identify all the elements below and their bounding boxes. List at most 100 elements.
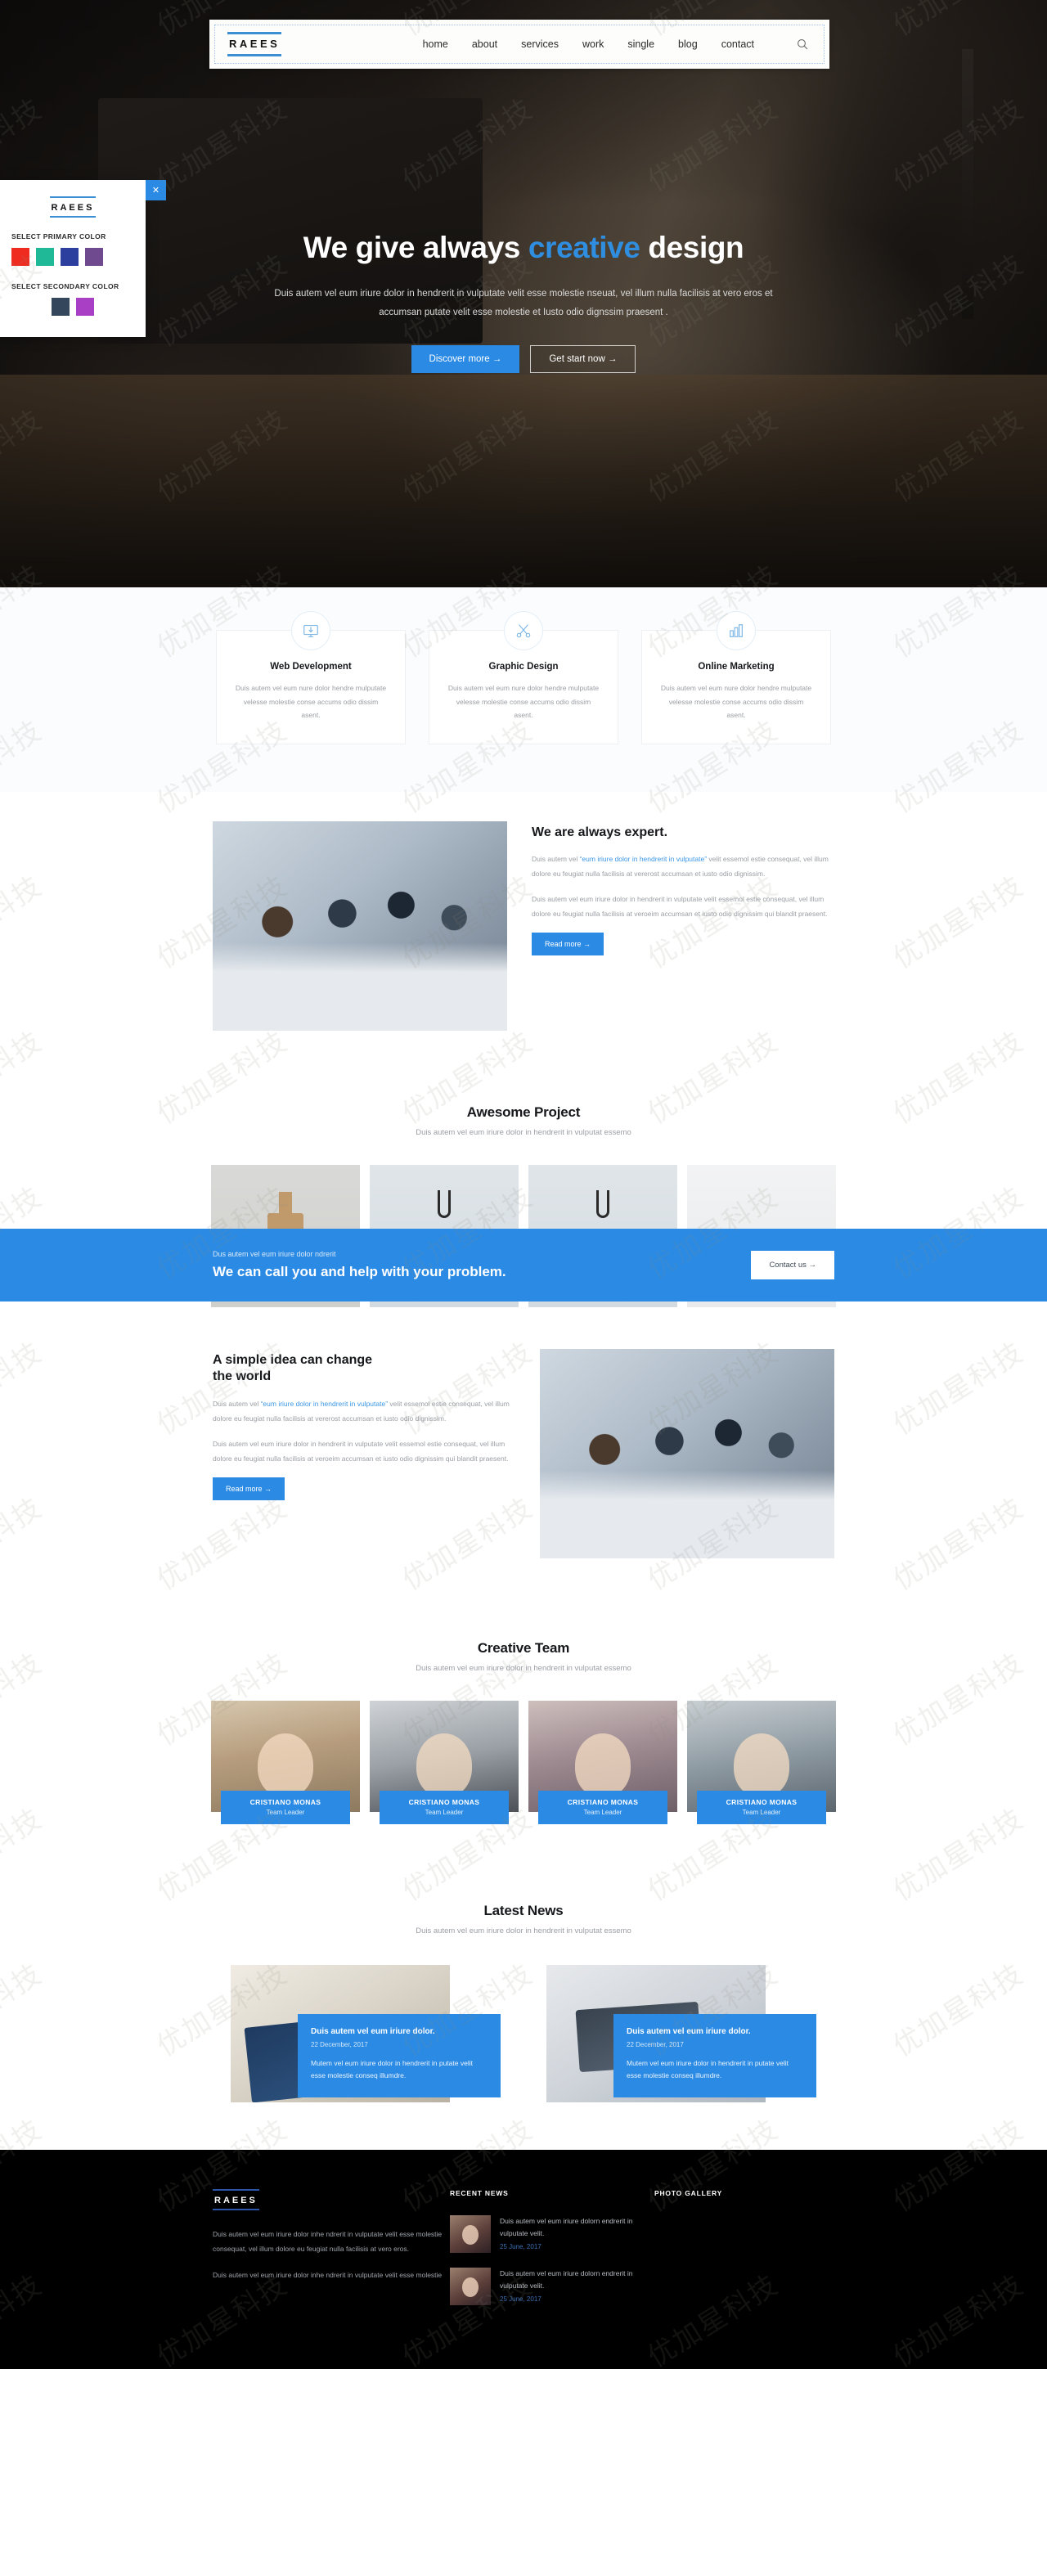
close-icon[interactable]: ✕ (146, 180, 166, 200)
team-member-label: CRISTIANO MONAS Team Leader (538, 1790, 667, 1824)
nav-item-about[interactable]: about (472, 38, 497, 50)
color-panel-logo: RAEES (49, 196, 97, 218)
news-row: Duis autem vel eum iriure dolor. 22 Dece… (0, 1964, 1047, 2102)
team-member-card[interactable]: CRISTIANO MONAS Team Leader (528, 1700, 677, 1824)
expert-section: We are always expert. Duis autem vel “eu… (0, 791, 1047, 1072)
hook-icon (596, 1190, 609, 1218)
footer-recent-news-column: RECENT NEWS Duis autem vel eum iriure do… (450, 2189, 654, 2320)
footer-news-item[interactable]: Duis autem vel eum iriure dolorn endreri… (450, 2267, 654, 2305)
footer-photo-gallery-heading: PHOTO GALLERY (654, 2188, 723, 2197)
news-card[interactable]: Duis autem vel eum iriure dolor. 22 Dece… (231, 1964, 501, 2102)
project-title: Awesome Project (466, 1104, 581, 1120)
secondary-color-swatches (11, 298, 134, 316)
news-body: Duis autem vel eum iriure dolor. 22 Dece… (298, 2013, 501, 2098)
expert-title: We are always expert. (532, 825, 668, 839)
services-row: Web Development Duis autem vel eum nure … (0, 611, 1047, 744)
team-member-label: CRISTIANO MONAS Team Leader (221, 1790, 350, 1824)
nav-item-home[interactable]: home (423, 38, 448, 50)
hero-section: RAEES home about services work single bl… (0, 0, 1047, 587)
team-member-card[interactable]: CRISTIANO MONAS Team Leader (211, 1700, 360, 1824)
site-footer: RAEES Duis autem vel eum iriure dolor in… (0, 2149, 1047, 2369)
nav-item-blog[interactable]: blog (678, 38, 698, 50)
nav-item-single[interactable]: single (627, 38, 654, 50)
service-card-graphic-design[interactable]: Graphic Design Duis autem vel eum nure d… (429, 611, 618, 744)
expert-team-photo (213, 820, 507, 1031)
news-card[interactable]: Duis autem vel eum iriure dolor. 22 Dece… (546, 1964, 816, 2102)
get-start-now-button[interactable]: Get start now → (530, 345, 636, 373)
team-member-role: Team Leader (742, 1808, 781, 1816)
idea-paragraph-2: Duis autem vel eum iriure dolor in hendr… (213, 1439, 509, 1463)
scissors-icon (504, 611, 543, 650)
team-member-card[interactable]: CRISTIANO MONAS Team Leader (687, 1700, 836, 1824)
footer-logo-text: RAEES (214, 2195, 258, 2205)
bar-chart-icon (717, 611, 756, 650)
footer-logo[interactable]: RAEES (213, 2188, 259, 2210)
service-card-online-marketing[interactable]: Online Marketing Duis autem vel eum nure… (641, 611, 831, 744)
monitor-download-icon (291, 611, 330, 650)
primary-color-swatches (11, 248, 134, 266)
news-section: Latest News Duis autem vel eum iriure do… (0, 1869, 1047, 2150)
team-row: CRISTIANO MONAS Team Leader CRISTIANO MO… (0, 1700, 1047, 1824)
cta-inner: Dus autem vel eum iriure dolor ndrerit W… (213, 1250, 834, 1280)
expert-read-more-button[interactable]: Read more → (532, 932, 604, 955)
news-post-date: 22 December, 2017 (311, 2040, 368, 2048)
nav-item-contact[interactable]: contact (721, 38, 754, 50)
footer-about-column: RAEES Duis autem vel eum iriure dolor in… (213, 2188, 450, 2320)
nav-item-work[interactable]: work (582, 38, 604, 50)
secondary-swatch-1[interactable] (52, 298, 70, 316)
hero-title-part1: We give always (303, 231, 528, 264)
idea-p1-before: Duis autem vel (213, 1400, 261, 1409)
secondary-swatch-2[interactable] (76, 298, 94, 316)
primary-swatch-1[interactable] (11, 248, 29, 266)
footer-news-date: 25 June, 2017 (500, 2295, 541, 2304)
idea-p1-quote: “eum iriure dolor in hendrerit in vulput… (260, 1400, 389, 1409)
team-member-name: CRISTIANO MONAS (726, 1797, 798, 1806)
team-member-card[interactable]: CRISTIANO MONAS Team Leader (370, 1700, 519, 1824)
service-description: Duis autem vel eum nure dolor hendre mul… (447, 684, 600, 720)
idea-paragraph-1: Duis autem vel “eum iriure dolor in hend… (213, 1397, 515, 1427)
footer-news-date: 25 June, 2017 (500, 2243, 541, 2251)
service-card-web-development[interactable]: Web Development Duis autem vel eum nure … (216, 611, 406, 744)
news-post-title: Duis autem vel eum iriure dolor. (311, 2026, 435, 2036)
primary-swatch-3[interactable] (61, 248, 79, 266)
team-heading: Creative Team Duis autem vel eum iriure … (0, 1640, 1047, 1673)
team-subtitle: Duis autem vel eum iriure dolor in hendr… (416, 1663, 631, 1673)
service-title: Graphic Design (488, 662, 559, 672)
service-title: Online Marketing (698, 662, 775, 672)
footer-about-paragraph-1: Duis autem vel eum iriure dolor inhe ndr… (213, 2229, 443, 2253)
nav-item-services[interactable]: services (521, 38, 559, 50)
team-member-role: Team Leader (583, 1808, 622, 1816)
idea-team-photo (540, 1348, 834, 1558)
secondary-color-label: SELECT SECONDARY COLOR (11, 282, 119, 290)
news-post-text: Mutem vel eum iriure dolor in hendrerit … (311, 2058, 473, 2080)
footer-news-text: Duis autem vel eum iriure dolorn endreri… (500, 2268, 633, 2290)
service-description: Duis autem vel eum nure dolor hendre mul… (660, 684, 812, 720)
cta-small-text: Dus autem vel eum iriure dolor ndrerit (213, 1249, 336, 1258)
footer-news-content: Duis autem vel eum iriure dolorn endreri… (500, 2268, 654, 2305)
footer-recent-news-heading: RECENT NEWS (450, 2188, 509, 2197)
primary-color-label: SELECT PRIMARY COLOR (11, 232, 106, 241)
contact-us-button[interactable]: Contact us → (751, 1250, 834, 1279)
team-member-label: CRISTIANO MONAS Team Leader (380, 1790, 509, 1824)
primary-swatch-2[interactable] (36, 248, 54, 266)
primary-swatch-4[interactable] (85, 248, 103, 266)
team-section: Creative Team Duis autem vel eum iriure … (0, 1603, 1047, 1870)
expert-paragraph-1: Duis autem vel “eum iriure dolor in hend… (532, 852, 834, 882)
idea-columns: A simple idea can change the world Duis … (213, 1348, 834, 1558)
team-member-name: CRISTIANO MONAS (249, 1797, 321, 1806)
navbar: RAEES home about services work single bl… (209, 20, 829, 69)
team-member-role: Team Leader (425, 1808, 464, 1816)
site-logo[interactable]: RAEES (227, 32, 282, 56)
search-icon[interactable] (796, 38, 808, 51)
news-title: Latest News (483, 1902, 564, 1918)
footer-news-item[interactable]: Duis autem vel eum iriure dolorn endreri… (450, 2214, 654, 2253)
team-member-label: CRISTIANO MONAS Team Leader (697, 1790, 826, 1824)
cta-title: We can call you and help with your probl… (213, 1263, 506, 1279)
team-member-name: CRISTIANO MONAS (567, 1797, 639, 1806)
discover-more-button[interactable]: Discover more → (411, 345, 520, 373)
idea-title-line1: A simple idea can change (213, 1352, 373, 1367)
nav-menu: home about services work single blog con… (423, 38, 811, 51)
idea-read-more-button[interactable]: Read more → (213, 1477, 285, 1500)
expert-paragraph-2: Duis autem vel eum iriure dolor in hendr… (532, 895, 828, 919)
hero-title-accent: creative (528, 231, 640, 264)
